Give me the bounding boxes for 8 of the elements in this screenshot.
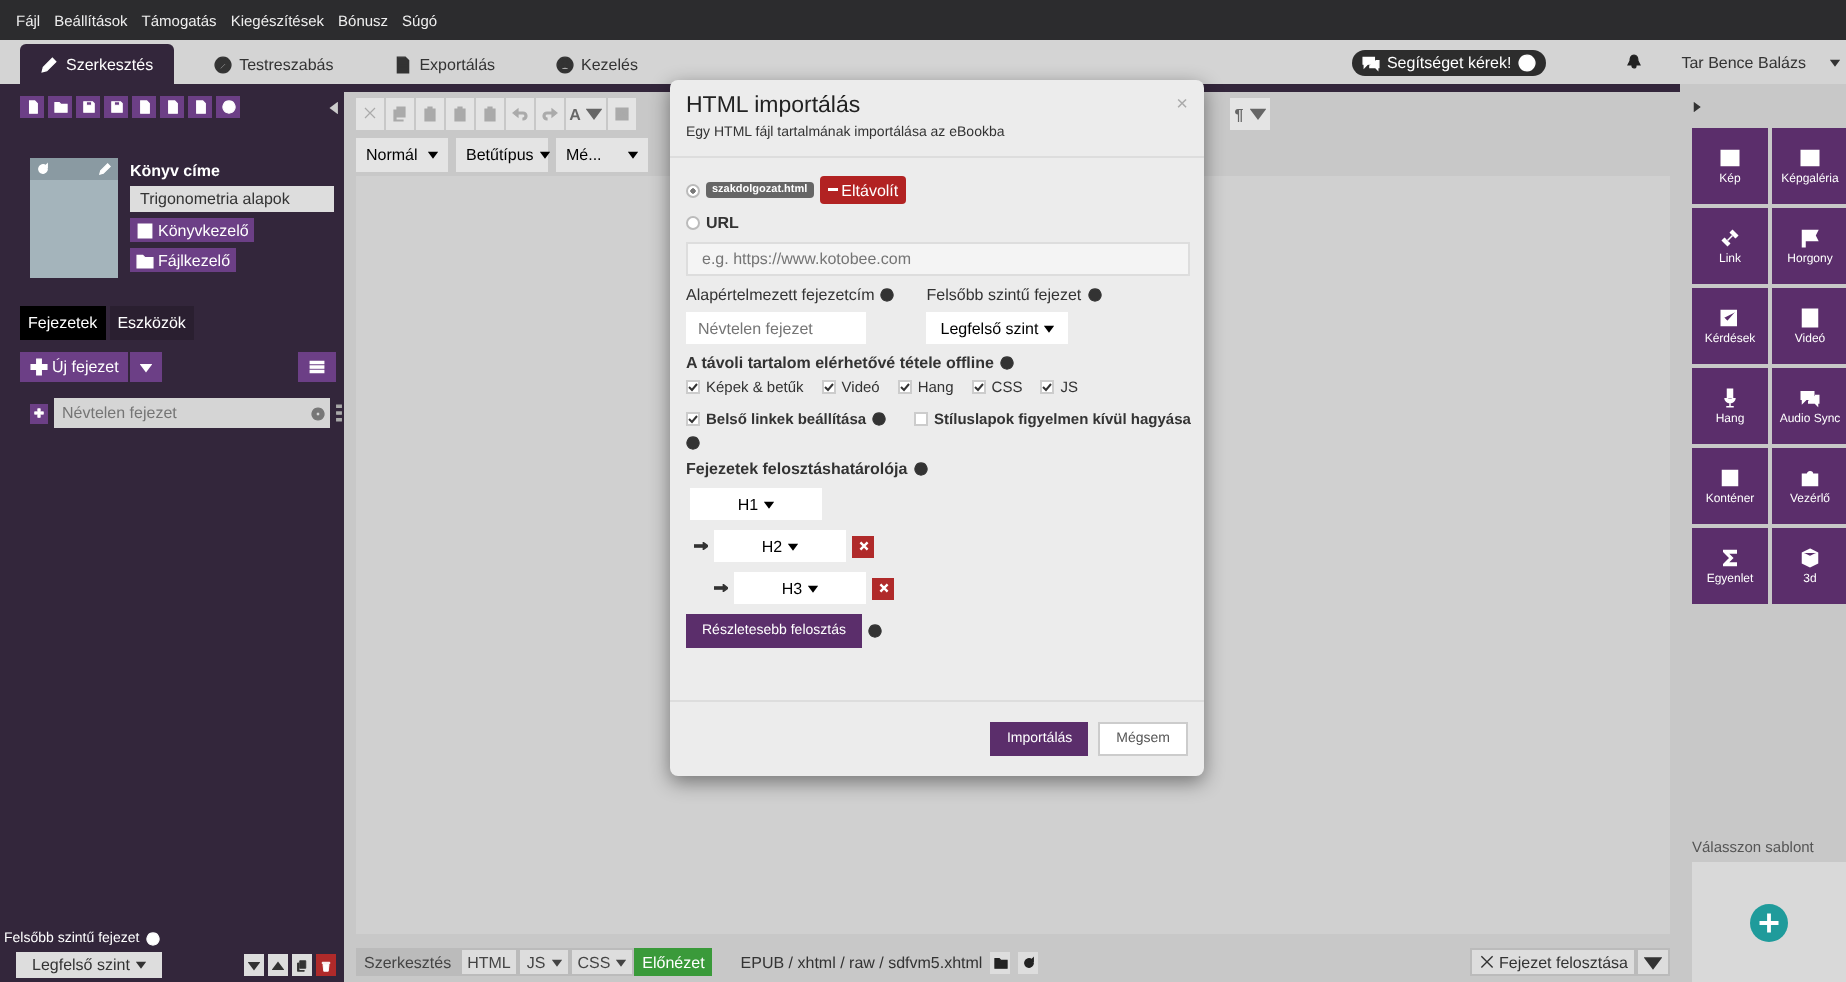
book-title-label: Könyv címe xyxy=(130,162,220,180)
url-label: URL xyxy=(706,214,739,232)
file-path: EPUB / xhtml / raw / sdfvm5.xhtml xyxy=(740,953,983,971)
dialog-title: HTML importálás xyxy=(686,94,861,118)
field-label: Felsőbb szintű fejezet xyxy=(926,286,1082,304)
section-label: A távoli tartalom elérhetővé tétele offline xyxy=(686,354,994,372)
section-label: Fejezetek felosztáshatárolója xyxy=(686,460,908,478)
field-label: Alapértelmezett fejezetcím xyxy=(686,286,875,304)
